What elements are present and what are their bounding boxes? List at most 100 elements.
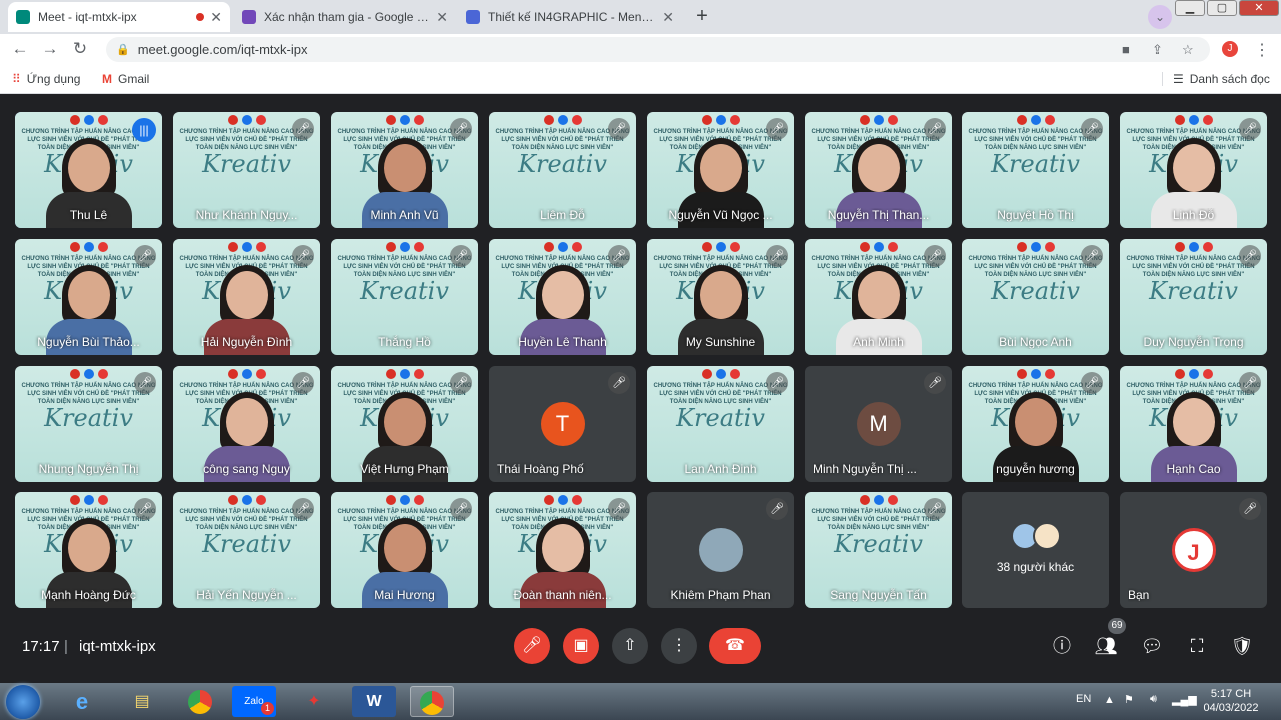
participant-tile[interactable]: CHƯƠNG TRÌNH TẬP HUẤN NÂNG CAO NĂNG LỰC … (331, 492, 478, 608)
tab-mentimeter[interactable]: Thiết kế IN4GRAPHIC - Mentimet ✕ (458, 2, 682, 32)
present-screen-icon: ⇧ (623, 637, 637, 654)
organization-logos (1174, 242, 1213, 252)
new-tab-button[interactable]: + (689, 5, 715, 29)
tab-forms[interactable]: Xác nhận tham gia - Google Biểu ✕ (234, 2, 456, 32)
leave-call-button[interactable]: ☎ (709, 628, 761, 664)
close-window-button[interactable]: ✕ (1239, 0, 1279, 16)
maximize-button[interactable]: ▢ (1207, 0, 1237, 16)
microphone-off-button[interactable]: 🎤︎ (514, 628, 550, 664)
minimize-button[interactable]: ▁ (1175, 0, 1205, 16)
organization-logos (227, 115, 266, 125)
reload-icon[interactable]: ↻ (70, 39, 90, 59)
meeting-time: 17:17 (22, 638, 60, 655)
camera-icon[interactable]: ■ (1122, 37, 1130, 62)
host-controls-button[interactable]: 🛡︎ (1230, 634, 1254, 658)
participant-tile[interactable]: CHƯƠNG TRÌNH TẬP HUẤN NÂNG CAO NĂNG LỰC … (962, 112, 1109, 228)
participant-name: Mai Hương (374, 588, 435, 602)
network-icon[interactable]: ▂▄▆ (1172, 693, 1197, 706)
participant-tile[interactable]: CHƯƠNG TRÌNH TẬP HUẤN NÂNG CAO NĂNG LỰC … (962, 366, 1109, 482)
participant-tile[interactable]: CHƯƠNG TRÌNH TẬP HUẤN NÂNG CAO NĂNG LỰC … (173, 239, 320, 355)
apps-grid-icon: ⠿ (12, 72, 21, 86)
participant-tile[interactable]: CHƯƠNG TRÌNH TẬP HUẤN NÂNG CAO NĂNG LỰC … (1120, 112, 1267, 228)
participant-tile[interactable]: T 🎤︎ Thái Hoàng Phố (489, 366, 636, 482)
more-options-button[interactable]: ⋮ (661, 628, 697, 664)
participant-tile[interactable]: CHƯƠNG TRÌNH TẬP HUẤN NÂNG CAO NĂNG LỰC … (805, 492, 952, 608)
participant-tile[interactable]: 🎤︎ Khiêm Phạm Phan (647, 492, 794, 608)
participant-tile[interactable]: CHƯƠNG TRÌNH TẬP HUẤN NÂNG CAO NĂNG LỰC … (331, 239, 478, 355)
word-icon[interactable]: W (352, 686, 396, 717)
participant-tile[interactable]: CHƯƠNG TRÌNH TẬP HUẤN NÂNG CAO NĂNG LỰC … (331, 112, 478, 228)
close-tab-icon[interactable]: ✕ (436, 9, 448, 26)
mic-muted-icon: 🎤︎ (766, 245, 788, 267)
slide-brand: Kreativ (202, 530, 291, 558)
present-button[interactable]: ⇧ (612, 628, 648, 664)
participant-tile[interactable]: CHƯƠNG TRÌNH TẬP HUẤN NÂNG CAO NĂNG LỰC … (647, 366, 794, 482)
show-hidden-icons-icon[interactable]: ▲ (1104, 694, 1115, 706)
meeting-details-button[interactable]: ⓘ (1050, 634, 1074, 658)
participant-tile[interactable]: CHƯƠNG TRÌNH TẬP HUẤN NÂNG CAO NĂNG LỰC … (15, 492, 162, 608)
file-explorer-icon[interactable]: ▤ (120, 686, 164, 717)
garena-icon[interactable]: ✦ (292, 686, 336, 717)
mic-muted-icon: 🎤︎ (450, 498, 472, 520)
participant-tile[interactable]: CHƯƠNG TRÌNH TẬP HUẤN NÂNG CAO NĂNG LỰC … (15, 112, 162, 228)
mic-muted-icon: 🎤︎ (1239, 118, 1261, 140)
chrome-active-icon[interactable] (410, 686, 454, 717)
participant-tile[interactable]: CHƯƠNG TRÌNH TẬP HUẤN NÂNG CAO NĂNG LỰC … (805, 239, 952, 355)
participant-tile[interactable]: CHƯƠNG TRÌNH TẬP HUẤN NÂNG CAO NĂNG LỰC … (173, 492, 320, 608)
participant-tile[interactable]: CHƯƠNG TRÌNH TẬP HUẤN NÂNG CAO NĂNG LỰC … (489, 239, 636, 355)
participant-tile[interactable]: CHƯƠNG TRÌNH TẬP HUẤN NÂNG CAO NĂNG LỰC … (647, 239, 794, 355)
slide-brand: Kreativ (44, 404, 133, 432)
reading-list-button[interactable]: ☰ Danh sách đọc (1162, 72, 1270, 86)
share-icon[interactable]: ⇪ (1152, 37, 1163, 62)
participant-tile[interactable]: CHƯƠNG TRÌNH TẬP HUẤN NÂNG CAO NĂNG LỰC … (173, 112, 320, 228)
participant-tile[interactable]: J 🎤︎ Bạn (1120, 492, 1267, 608)
activities-button[interactable]: ⛶ (1185, 634, 1209, 658)
start-button[interactable] (6, 685, 40, 719)
self-avatar: J (1171, 528, 1216, 572)
participant-tile[interactable]: CHƯƠNG TRÌNH TẬP HUẤN NÂNG CAO NĂNG LỰC … (805, 112, 952, 228)
lock-icon: 🔒 (116, 44, 130, 56)
forward-arrow-icon[interactable]: → (40, 39, 60, 59)
participant-tile[interactable]: CHƯƠNG TRÌNH TẬP HUẤN NÂNG CAO NĂNG LỰC … (15, 239, 162, 355)
close-tab-icon[interactable]: ✕ (210, 9, 222, 26)
chat-button[interactable]: 💬︎ (1140, 634, 1164, 658)
browser-menu-icon[interactable]: ⋮ (1254, 40, 1270, 60)
system-clock[interactable]: 5:17 CH 04/03/2022 (1196, 687, 1266, 715)
bookmark-star-icon[interactable]: ☆ (1182, 37, 1194, 62)
back-arrow-icon[interactable]: ← (10, 39, 30, 59)
participant-tile[interactable]: CHƯƠNG TRÌNH TẬP HUẤN NÂNG CAO NĂNG LỰC … (962, 239, 1109, 355)
camera-off-button[interactable]: ▣ (563, 628, 599, 664)
participant-tile[interactable]: CHƯƠNG TRÌNH TẬP HUẤN NÂNG CAO NĂNG LỰC … (489, 492, 636, 608)
people-button[interactable]: 👥︎ (1094, 634, 1118, 658)
organization-logos (385, 115, 424, 125)
zalo-icon[interactable]: Zalo 1 (232, 686, 276, 717)
participant-tile[interactable]: CHƯƠNG TRÌNH TẬP HUẤN NÂNG CAO NĂNG LỰC … (1120, 366, 1267, 482)
mic-muted-icon: 🎤︎ (924, 118, 946, 140)
internet-explorer-icon[interactable]: e (60, 686, 104, 717)
language-indicator[interactable]: EN (1076, 693, 1091, 705)
address-bar[interactable]: 🔒 meet.google.com/iqt-mtxk-ipx ■ ⇪ ☆ (106, 37, 1210, 62)
chrome-icon[interactable] (178, 686, 222, 717)
participant-tile[interactable]: CHƯƠNG TRÌNH TẬP HUẤN NÂNG CAO NĂNG LỰC … (647, 112, 794, 228)
participant-name: Việt Hưng Phạm (360, 462, 449, 476)
mic-muted-icon: 🎤︎ (134, 498, 156, 520)
participant-tile[interactable]: CHƯƠNG TRÌNH TẬP HUẤN NÂNG CAO NĂNG LỰC … (489, 112, 636, 228)
participant-tile[interactable]: CHƯƠNG TRÌNH TẬP HUẤN NÂNG CAO NĂNG LỰC … (15, 366, 162, 482)
tab-search-button[interactable]: ⌄ (1148, 5, 1172, 29)
mic-muted-icon: 🎤︎ (134, 372, 156, 394)
close-tab-icon[interactable]: ✕ (662, 9, 674, 26)
participant-tile[interactable]: CHƯƠNG TRÌNH TẬP HUẤN NÂNG CAO NĂNG LỰC … (1120, 239, 1267, 355)
volume-icon[interactable]: 🔊︎ (1150, 693, 1157, 706)
url-text: meet.google.com/iqt-mtxk-ipx (137, 42, 308, 57)
bookmark-apps[interactable]: ⠿ Ứng dụng (12, 72, 80, 86)
participant-tile[interactable]: 38 người khác (962, 492, 1109, 608)
action-center-icon[interactable]: ⚑ (1124, 693, 1134, 706)
tab-meet[interactable]: Meet - iqt-mtxk-ipx ✕ (8, 2, 230, 32)
extension-icon[interactable]: J (1222, 41, 1238, 57)
organization-logos (543, 115, 582, 125)
bookmark-gmail[interactable]: M Gmail (102, 72, 149, 86)
participant-tile[interactable]: M 🎤︎ Minh Nguyễn Thị ... (805, 366, 952, 482)
participant-tile[interactable]: CHƯƠNG TRÌNH TẬP HUẤN NÂNG CAO NĂNG LỰC … (331, 366, 478, 482)
meeting-code: iqt-mtxk-ipx (79, 638, 156, 655)
participant-tile[interactable]: CHƯƠNG TRÌNH TẬP HUẤN NÂNG CAO NĂNG LỰC … (173, 366, 320, 482)
